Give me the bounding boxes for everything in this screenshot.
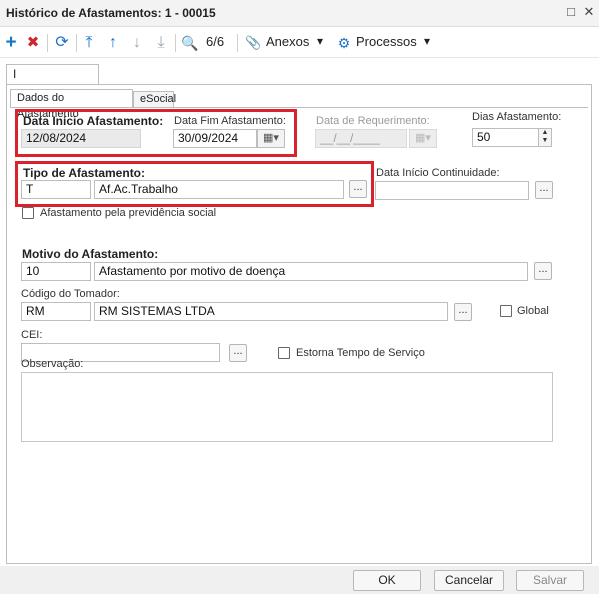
toolbar-separator xyxy=(76,34,77,52)
search-icon[interactable]: 🔍 xyxy=(180,33,200,53)
toolbar-separator xyxy=(47,34,48,52)
motivo-lookup-button[interactable]: ... xyxy=(534,262,552,280)
global-label: Global xyxy=(517,305,549,317)
dias-afastamento-field[interactable]: 50 xyxy=(472,128,539,147)
refresh-icon[interactable]: ⟳ xyxy=(52,33,72,53)
data-continuidade-field[interactable] xyxy=(375,181,529,200)
restore-icon[interactable]: □ xyxy=(564,5,578,19)
tomador-lookup-button[interactable]: ... xyxy=(454,303,472,321)
next-record-icon[interactable]: ↓ xyxy=(128,33,146,53)
ok-button[interactable]: OK xyxy=(353,570,421,591)
highlight-box-dates xyxy=(15,109,297,157)
cei-lookup-button[interactable]: ... xyxy=(229,344,247,362)
tab-dados-afastamento[interactable]: Dados do Afastamento xyxy=(10,89,133,120)
previdencia-checkbox[interactable] xyxy=(22,207,34,219)
subtab-divider xyxy=(10,107,588,108)
observacao-label: Observação: xyxy=(21,358,84,370)
window-titlebar: Histórico de Afastamentos: 1 - 00015 □ ✕ xyxy=(0,0,599,27)
spin-down-icon[interactable]: ▼ xyxy=(539,137,551,145)
toolbar-separator xyxy=(175,34,176,52)
save-button[interactable]: Salvar xyxy=(516,570,584,591)
tomador-desc[interactable]: RM SISTEMAS LTDA xyxy=(94,302,448,321)
first-record-icon[interactable]: ⤒ xyxy=(80,33,98,53)
calendar-icon: ▦▾ xyxy=(409,129,437,148)
estorna-label: Estorna Tempo de Serviço xyxy=(296,347,425,359)
estorna-checkbox[interactable] xyxy=(278,347,290,359)
data-continuidade-label: Data Início Continuidade: xyxy=(376,167,500,179)
previous-record-icon[interactable]: ↑ xyxy=(104,33,122,53)
global-checkbox[interactable] xyxy=(500,305,512,317)
cancel-button[interactable]: Cancelar xyxy=(434,570,504,591)
tomador-label: Código do Tomador: xyxy=(21,288,120,300)
paperclip-icon[interactable]: 📎 xyxy=(245,33,261,53)
toolbar: + ✖ ⟳ ⤒ ↑ ↓ ⤓ 🔍 6/6 📎 Anexos ▾ ⚙ Process… xyxy=(0,28,599,58)
close-icon[interactable]: ✕ xyxy=(582,5,596,19)
motivo-desc[interactable]: Afastamento por motivo de doença xyxy=(94,262,528,281)
dias-afastamento-label: Dias Afastamento: xyxy=(472,111,562,123)
tab-label: I xyxy=(13,67,17,81)
highlight-box-tipo xyxy=(15,161,374,207)
delete-icon[interactable]: ✖ xyxy=(24,33,42,53)
cei-label: CEI: xyxy=(21,329,43,341)
attachments-menu[interactable]: Anexos xyxy=(266,34,309,49)
data-requerimento-label: Data de Requerimento: xyxy=(316,115,430,127)
tab-label: eSocial xyxy=(140,93,177,105)
record-counter: 6/6 xyxy=(206,34,225,49)
button-bar: OK Cancelar Salvar xyxy=(0,566,599,594)
toolbar-separator xyxy=(237,34,238,52)
spin-up-icon[interactable]: ▲ xyxy=(539,129,551,137)
data-requerimento-field: __/__/____ xyxy=(315,129,407,148)
tab-identificacao[interactable]: I xyxy=(6,64,99,85)
gear-icon[interactable]: ⚙ xyxy=(336,33,352,53)
chevron-down-icon[interactable]: ▾ xyxy=(317,34,323,48)
continuidade-lookup-button[interactable]: ... xyxy=(535,181,553,199)
add-icon[interactable]: + xyxy=(2,33,20,53)
tomador-code[interactable]: RM xyxy=(21,302,91,321)
chevron-down-icon[interactable]: ▾ xyxy=(424,34,430,48)
tab-esocial[interactable]: eSocial xyxy=(133,91,177,108)
processes-menu[interactable]: Processos xyxy=(356,34,417,49)
previdencia-label: Afastamento pela previdência social xyxy=(40,207,217,219)
observacao-textarea[interactable] xyxy=(21,372,553,442)
window-title: Histórico de Afastamentos: 1 - 00015 xyxy=(6,6,216,20)
last-record-icon[interactable]: ⤓ xyxy=(152,33,170,53)
dias-spinner[interactable]: ▲ ▼ xyxy=(538,128,552,147)
motivo-label: Motivo do Afastamento: xyxy=(22,247,159,261)
motivo-code[interactable]: 10 xyxy=(21,262,91,281)
